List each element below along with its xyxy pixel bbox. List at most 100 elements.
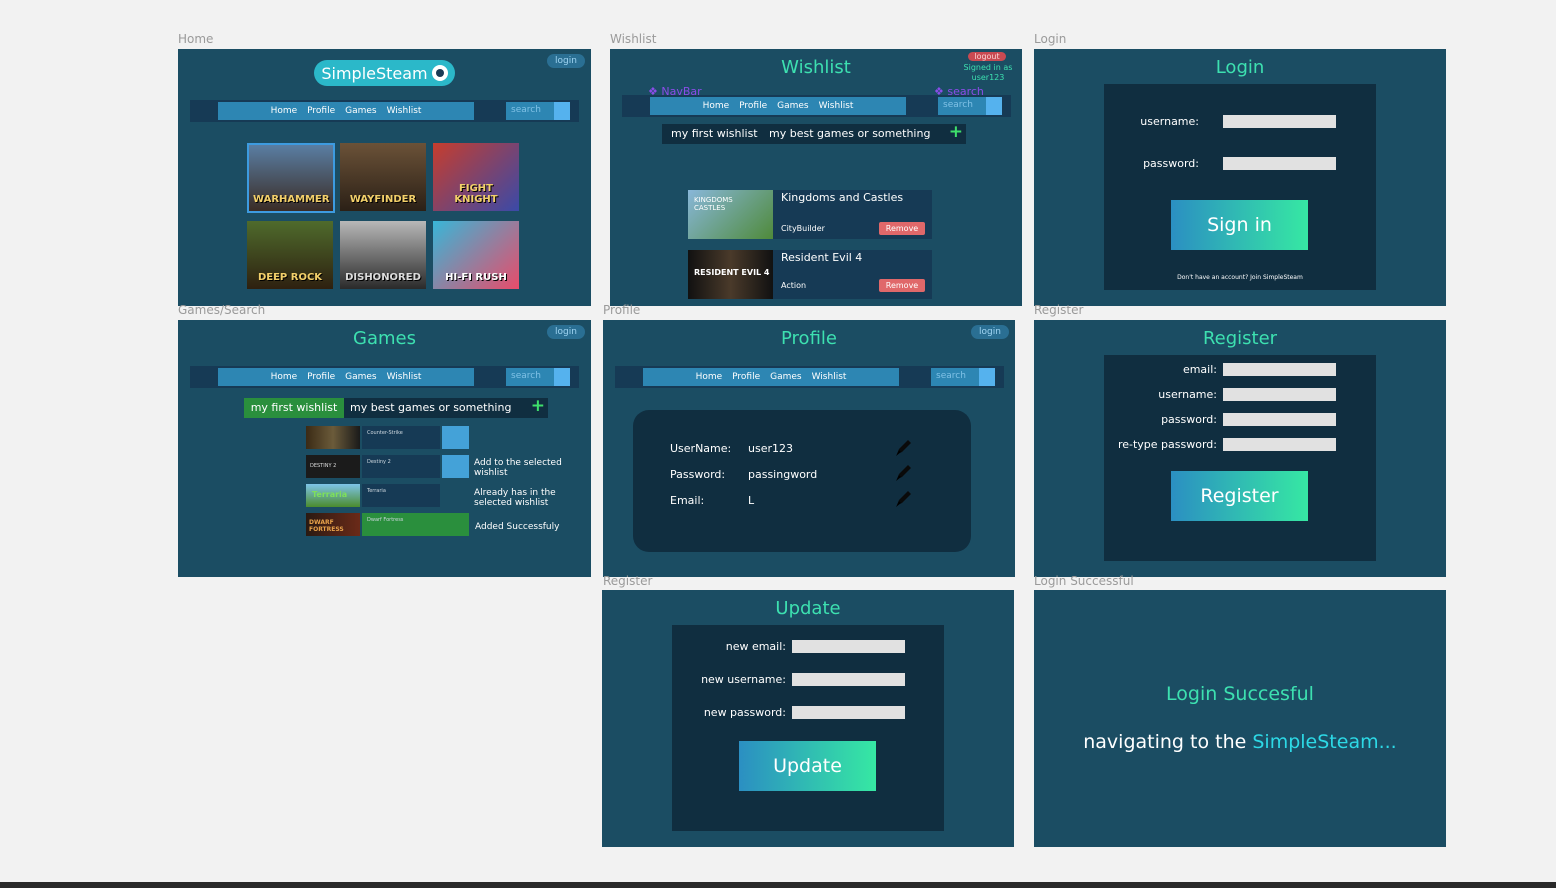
add-wishlist-icon[interactable]: + [949,122,963,142]
note-already: Already has in the selected wishlist [474,488,556,508]
game-title: Resident Evil 4 [781,251,863,264]
game-thumbnail: Terraria [306,484,360,507]
username-field[interactable] [1223,115,1336,128]
search-placeholder: search [943,100,973,110]
add-to-wishlist-button[interactable] [442,426,469,449]
signup-link[interactable]: Don't have an account? Join SimpleSteam [1104,274,1376,281]
retype-password-field[interactable] [1223,438,1336,451]
success-prefix: navigating to the [1083,731,1253,753]
success-title: Login Succesful [1166,683,1314,705]
search-placeholder: search [936,371,966,381]
game-tile[interactable]: HI-FI RUSH [433,221,519,289]
profile-value: user123 [748,442,793,455]
nav-home[interactable]: Home [271,106,298,116]
new-password-field[interactable] [792,706,905,719]
add-wishlist-icon[interactable]: + [531,396,545,416]
frame-label-update: Register [603,574,653,588]
nav-wishlist[interactable]: Wishlist [812,372,847,382]
nav-home[interactable]: Home [271,372,298,382]
wishlist-name: my first wishlist [244,398,344,418]
page-title: Login [1215,57,1265,78]
remove-button[interactable]: Remove [879,279,925,292]
nav-wishlist[interactable]: Wishlist [387,106,422,116]
game-tile[interactable]: DISHONORED [340,221,426,289]
game-tile[interactable]: FIGHT KNIGHT [433,143,519,211]
nav-profile[interactable]: Profile [739,101,767,111]
search-icon[interactable] [986,97,1002,115]
game-name: Dwarf Fortress [362,513,469,536]
navbar: Home Profile Games Wishlist search [190,366,579,388]
page-title: Profile [781,328,837,349]
register-button[interactable]: Register [1171,471,1308,521]
sign-in-button[interactable]: Sign in [1171,200,1308,250]
search-input[interactable]: search [931,368,995,386]
password-label: password: [1143,157,1199,170]
search-input[interactable]: search [506,368,570,386]
nav-games[interactable]: Games [345,106,376,116]
nav-home[interactable]: Home [703,101,730,111]
edit-pencil-icon[interactable] [893,438,915,458]
login-success-frame: Login Succesful navigating to the Simple… [1034,590,1446,847]
navbar: Home Profile Games Wishlist search [622,95,1011,117]
nav-games[interactable]: Games [770,372,801,382]
nav-profile[interactable]: Profile [732,372,760,382]
game-thumbnail: RESIDENT EVIL 4 [688,250,773,299]
frame-label-profile: Profile [603,303,641,317]
home-frame: login SimpleSteam Home Profile Games Wis… [178,49,591,306]
nav-profile[interactable]: Profile [307,372,335,382]
new-email-label: new email: [725,640,786,653]
game-tile[interactable]: WARHAMMER [247,143,335,213]
profile-label: Password: [670,468,726,481]
game-name: Destiny 2 [362,455,440,478]
update-frame: Update new email: new username: new pass… [602,590,1014,847]
username-label: username: [1140,115,1199,128]
game-thumbnail: DESTINY 2 [306,455,360,478]
logout-button[interactable]: logout [968,52,1006,61]
search-icon[interactable] [554,368,570,386]
username-field[interactable] [1223,388,1336,401]
nav-games[interactable]: Games [777,101,808,111]
wishlist-desc: my best games or something [769,127,931,140]
nav-links: Home Profile Games Wishlist [218,102,474,120]
password-field[interactable] [1223,413,1336,426]
frame-label-home: Home [178,32,214,46]
search-icon[interactable] [979,368,995,386]
new-email-field[interactable] [792,640,905,653]
simplesteam-logo[interactable]: SimpleSteam [314,60,455,86]
game-name: Terraria [362,484,440,507]
nav-profile[interactable]: Profile [307,106,335,116]
game-thumbnail: KINGDOMS CASTLES [688,190,773,239]
password-label: password: [1161,413,1217,426]
frame-label-login-success: Login Successful [1034,574,1134,588]
login-button[interactable]: login [547,54,585,68]
edit-pencil-icon[interactable] [893,463,915,483]
wishlist-selector[interactable]: my first wishlist my best games or somet… [244,396,548,418]
password-field[interactable] [1223,157,1336,170]
edit-pencil-icon[interactable] [893,489,915,509]
search-icon[interactable] [554,102,570,120]
nav-wishlist[interactable]: Wishlist [819,101,854,111]
nav-wishlist[interactable]: Wishlist [387,372,422,382]
add-to-wishlist-button[interactable] [442,455,469,478]
retype-password-label: re-type password: [1117,438,1217,451]
update-panel: new email: new username: new password: U… [672,625,944,831]
login-button[interactable]: login [971,325,1009,339]
remove-button[interactable]: Remove [879,222,925,235]
nav-games[interactable]: Games [345,372,376,382]
new-username-field[interactable] [792,673,905,686]
search-input[interactable]: search [938,97,1002,115]
login-frame: Login username: password: Sign in Don't … [1034,49,1446,306]
game-tile[interactable]: WAYFINDER [340,143,426,211]
update-button[interactable]: Update [739,741,876,791]
email-field[interactable] [1223,363,1336,376]
game-genre: Action [781,281,807,290]
frame-label-login: Login [1034,32,1067,46]
login-button[interactable]: login [547,325,585,339]
game-title: Kingdoms and Castles [781,191,904,204]
wishlist-selector[interactable]: my first wishlist my best games or somet… [662,122,966,144]
game-tile[interactable]: DEEP ROCK [247,221,333,289]
search-input[interactable]: search [506,102,570,120]
new-username-label: new username: [701,673,786,686]
success-message: navigating to the SimpleSteam... [1034,731,1446,753]
nav-home[interactable]: Home [696,372,723,382]
